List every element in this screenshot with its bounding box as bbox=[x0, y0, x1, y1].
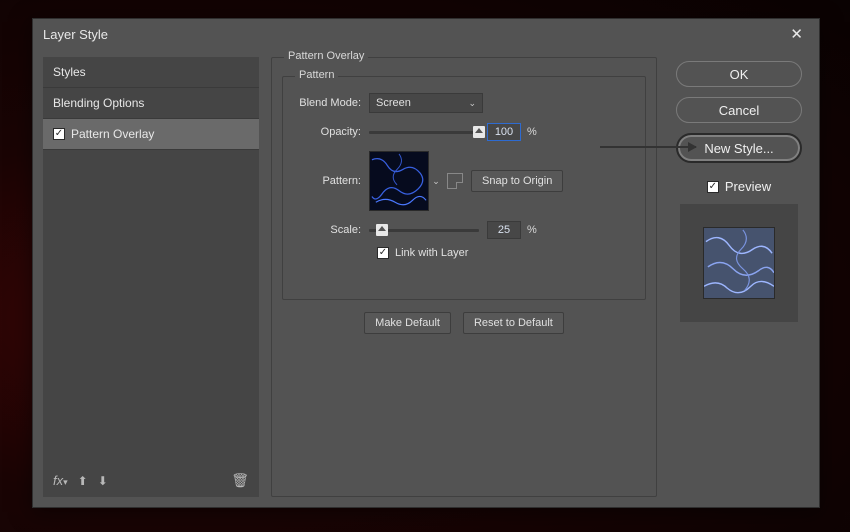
close-icon[interactable]: ✕ bbox=[784, 23, 809, 45]
pattern-overlay-label: Pattern Overlay bbox=[71, 127, 154, 141]
checkbox-icon[interactable]: ✓ bbox=[707, 181, 719, 193]
snap-to-origin-button[interactable]: Snap to Origin bbox=[471, 170, 563, 192]
action-panel: OK Cancel New Style... ✓ Preview bbox=[669, 57, 809, 497]
opacity-unit: % bbox=[527, 126, 537, 138]
trash-icon[interactable]: 🗑 bbox=[231, 472, 249, 489]
blend-mode-value: Screen bbox=[376, 97, 411, 109]
blend-mode-row: Blend Mode: Screen ⌄ bbox=[295, 93, 633, 113]
fx-icon[interactable]: fx▾ bbox=[53, 473, 68, 488]
pattern-group: Pattern Blend Mode: Screen ⌄ Opacity: bbox=[282, 76, 646, 300]
default-buttons-row: Make Default Reset to Default bbox=[282, 312, 646, 334]
pattern-swatch[interactable] bbox=[369, 151, 429, 211]
pattern-label: Pattern: bbox=[295, 175, 369, 187]
slider-thumb-icon[interactable] bbox=[473, 126, 485, 138]
pattern-row: Pattern: ⌄ Snap to Origin bbox=[295, 151, 633, 211]
annotation-arrow-icon bbox=[600, 146, 696, 148]
scale-unit: % bbox=[527, 224, 537, 236]
preview-label: Preview bbox=[725, 179, 771, 194]
slider-thumb-icon[interactable] bbox=[376, 224, 388, 236]
link-with-layer-row: ✓ Link with Layer bbox=[377, 247, 633, 259]
effects-list: Styles Blending Options ✓ Pattern Overla… bbox=[43, 57, 259, 497]
group-title: Pattern Overlay bbox=[284, 50, 368, 62]
pattern-overlay-group: Pattern Overlay Pattern Blend Mode: Scre… bbox=[271, 57, 657, 497]
layer-style-dialog: Layer Style ✕ Styles Blending Options ✓ … bbox=[32, 18, 820, 508]
arrow-up-icon[interactable]: ⬆ bbox=[78, 474, 88, 488]
opacity-label: Opacity: bbox=[295, 126, 369, 138]
blend-mode-select[interactable]: Screen ⌄ bbox=[369, 93, 483, 113]
pattern-overlay-item[interactable]: ✓ Pattern Overlay bbox=[43, 119, 259, 150]
styles-header[interactable]: Styles bbox=[43, 57, 259, 88]
scale-input[interactable]: 25 bbox=[487, 221, 521, 239]
scale-row: Scale: 25 % bbox=[295, 221, 633, 239]
titlebar: Layer Style ✕ bbox=[33, 19, 819, 49]
blend-mode-label: Blend Mode: bbox=[295, 97, 369, 109]
scale-slider[interactable] bbox=[369, 229, 479, 232]
blending-options-label: Blending Options bbox=[53, 96, 144, 110]
arrow-down-icon[interactable]: ⬇ bbox=[98, 474, 108, 488]
dialog-title: Layer Style bbox=[43, 27, 108, 42]
preview-box bbox=[680, 204, 798, 322]
reset-to-default-button[interactable]: Reset to Default bbox=[463, 312, 564, 334]
cancel-button[interactable]: Cancel bbox=[676, 97, 802, 123]
new-pattern-icon[interactable] bbox=[447, 173, 463, 189]
pattern-picker-caret-icon[interactable]: ⌄ bbox=[431, 176, 441, 187]
opacity-row: Opacity: 100 % bbox=[295, 123, 633, 141]
scale-label: Scale: bbox=[295, 224, 369, 236]
pattern-subtitle: Pattern bbox=[295, 69, 338, 81]
chevron-down-icon: ⌄ bbox=[468, 98, 476, 109]
blending-options-item[interactable]: Blending Options bbox=[43, 88, 259, 119]
make-default-button[interactable]: Make Default bbox=[364, 312, 451, 334]
ok-button[interactable]: OK bbox=[676, 61, 802, 87]
checkbox-icon[interactable]: ✓ bbox=[53, 128, 65, 140]
checkbox-icon[interactable]: ✓ bbox=[377, 247, 389, 259]
link-with-layer-label: Link with Layer bbox=[395, 247, 468, 259]
opacity-slider[interactable] bbox=[369, 131, 479, 134]
preview-thumbnail bbox=[703, 227, 775, 299]
effects-footer: fx▾ ⬆ ⬇ 🗑 bbox=[43, 464, 259, 497]
preview-toggle-row: ✓ Preview bbox=[707, 179, 771, 194]
dialog-body: Styles Blending Options ✓ Pattern Overla… bbox=[33, 49, 819, 507]
settings-panel: Pattern Overlay Pattern Blend Mode: Scre… bbox=[271, 57, 657, 497]
opacity-input[interactable]: 100 bbox=[487, 123, 521, 141]
